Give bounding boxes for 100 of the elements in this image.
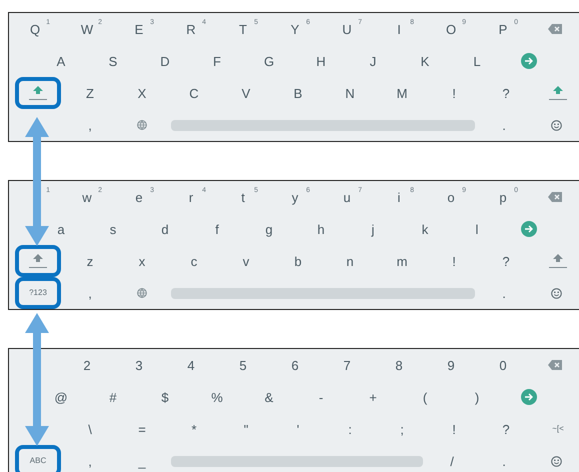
key[interactable]: 6: [280, 349, 310, 381]
key[interactable]: B: [283, 77, 313, 109]
key[interactable]: m: [387, 245, 417, 277]
key-label: U: [342, 22, 352, 36]
key-label: @: [54, 390, 68, 404]
key[interactable]: M: [387, 77, 417, 109]
key[interactable]: F: [202, 45, 232, 77]
key[interactable]: .: [489, 109, 519, 141]
key[interactable]: Z: [75, 77, 105, 109]
key[interactable]: _: [127, 445, 157, 472]
key[interactable]: N: [335, 77, 365, 109]
key[interactable]: $: [150, 381, 180, 413]
key[interactable]: z: [75, 245, 105, 277]
key[interactable]: G: [254, 45, 284, 77]
key-label: m: [396, 254, 408, 268]
key[interactable]: .: [489, 277, 519, 309]
key[interactable]: c: [179, 245, 209, 277]
key[interactable]: ?: [491, 245, 521, 277]
key-label: k: [422, 222, 428, 236]
key-label: M: [396, 86, 408, 100]
key[interactable]: 8: [384, 349, 414, 381]
key[interactable]: ,: [75, 109, 105, 141]
key-label: ABC: [30, 457, 46, 465]
key[interactable]: d: [150, 213, 180, 245]
enter-icon: [521, 389, 537, 405]
key[interactable]: X: [127, 77, 157, 109]
key-label: X: [138, 86, 146, 100]
key[interactable]: 9: [436, 349, 466, 381]
key[interactable]: 7: [332, 349, 362, 381]
key[interactable]: !: [439, 413, 469, 445]
mode-key[interactable]: ~[<: [543, 413, 573, 445]
key[interactable]: #: [98, 381, 128, 413]
key-label: N: [345, 86, 355, 100]
key-label: ): [474, 390, 480, 404]
key[interactable]: ?: [491, 77, 521, 109]
mode-key[interactable]: ?123: [15, 277, 61, 309]
key[interactable]: s: [98, 213, 128, 245]
key[interactable]: K: [410, 45, 440, 77]
key[interactable]: ": [231, 413, 261, 445]
key[interactable]: *: [179, 413, 209, 445]
key[interactable]: ': [283, 413, 313, 445]
key[interactable]: ;: [387, 413, 417, 445]
key-label: $: [161, 390, 169, 404]
key[interactable]: -: [306, 381, 336, 413]
key-label: R: [186, 22, 196, 36]
key[interactable]: :: [335, 413, 365, 445]
key[interactable]: (: [410, 381, 440, 413]
key-label: c: [190, 254, 198, 268]
key[interactable]: a: [46, 213, 76, 245]
key-label: C: [189, 86, 199, 100]
key[interactable]: \: [75, 413, 105, 445]
key[interactable]: =: [127, 413, 157, 445]
key[interactable]: n: [335, 245, 365, 277]
shift-key[interactable]: [15, 245, 61, 277]
key[interactable]: &: [254, 381, 284, 413]
key[interactable]: l: [462, 213, 492, 245]
key[interactable]: S: [98, 45, 128, 77]
key[interactable]: b: [283, 245, 313, 277]
key[interactable]: 4: [176, 349, 206, 381]
key[interactable]: !: [439, 245, 469, 277]
globe-icon: [137, 288, 147, 298]
key[interactable]: k: [410, 213, 440, 245]
key-label: &: [264, 390, 274, 404]
key[interactable]: %: [202, 381, 232, 413]
key[interactable]: ?: [491, 413, 521, 445]
shift-key[interactable]: [15, 77, 61, 109]
key[interactable]: C: [179, 77, 209, 109]
key[interactable]: +: [358, 381, 388, 413]
key[interactable]: A: [46, 45, 76, 77]
key-label: 4: [187, 358, 195, 372]
key-label: t: [241, 190, 245, 204]
key[interactable]: h: [306, 213, 336, 245]
key-label: *: [191, 422, 197, 436]
key-label: =: [138, 422, 146, 436]
key[interactable]: ,: [75, 445, 105, 472]
key[interactable]: j: [358, 213, 388, 245]
mode-key[interactable]: ABC: [15, 445, 61, 472]
key[interactable]: H: [306, 45, 336, 77]
key[interactable]: 3: [124, 349, 154, 381]
key[interactable]: D: [150, 45, 180, 77]
key[interactable]: J: [358, 45, 388, 77]
key-label: /: [450, 454, 454, 468]
globe-icon: [137, 120, 147, 130]
key[interactable]: ,: [75, 277, 105, 309]
key[interactable]: !: [439, 77, 469, 109]
key[interactable]: f: [202, 213, 232, 245]
key[interactable]: /: [437, 445, 467, 472]
key[interactable]: ): [462, 381, 492, 413]
key[interactable]: x: [127, 245, 157, 277]
key-label: u: [343, 190, 351, 204]
key[interactable]: .: [489, 445, 519, 472]
key[interactable]: 5: [228, 349, 258, 381]
key[interactable]: @: [46, 381, 76, 413]
key[interactable]: 2: [72, 349, 102, 381]
key[interactable]: V: [231, 77, 261, 109]
key[interactable]: v: [231, 245, 261, 277]
key-label: a: [57, 222, 65, 236]
key[interactable]: L: [462, 45, 492, 77]
key[interactable]: g: [254, 213, 284, 245]
key[interactable]: 0: [488, 349, 518, 381]
